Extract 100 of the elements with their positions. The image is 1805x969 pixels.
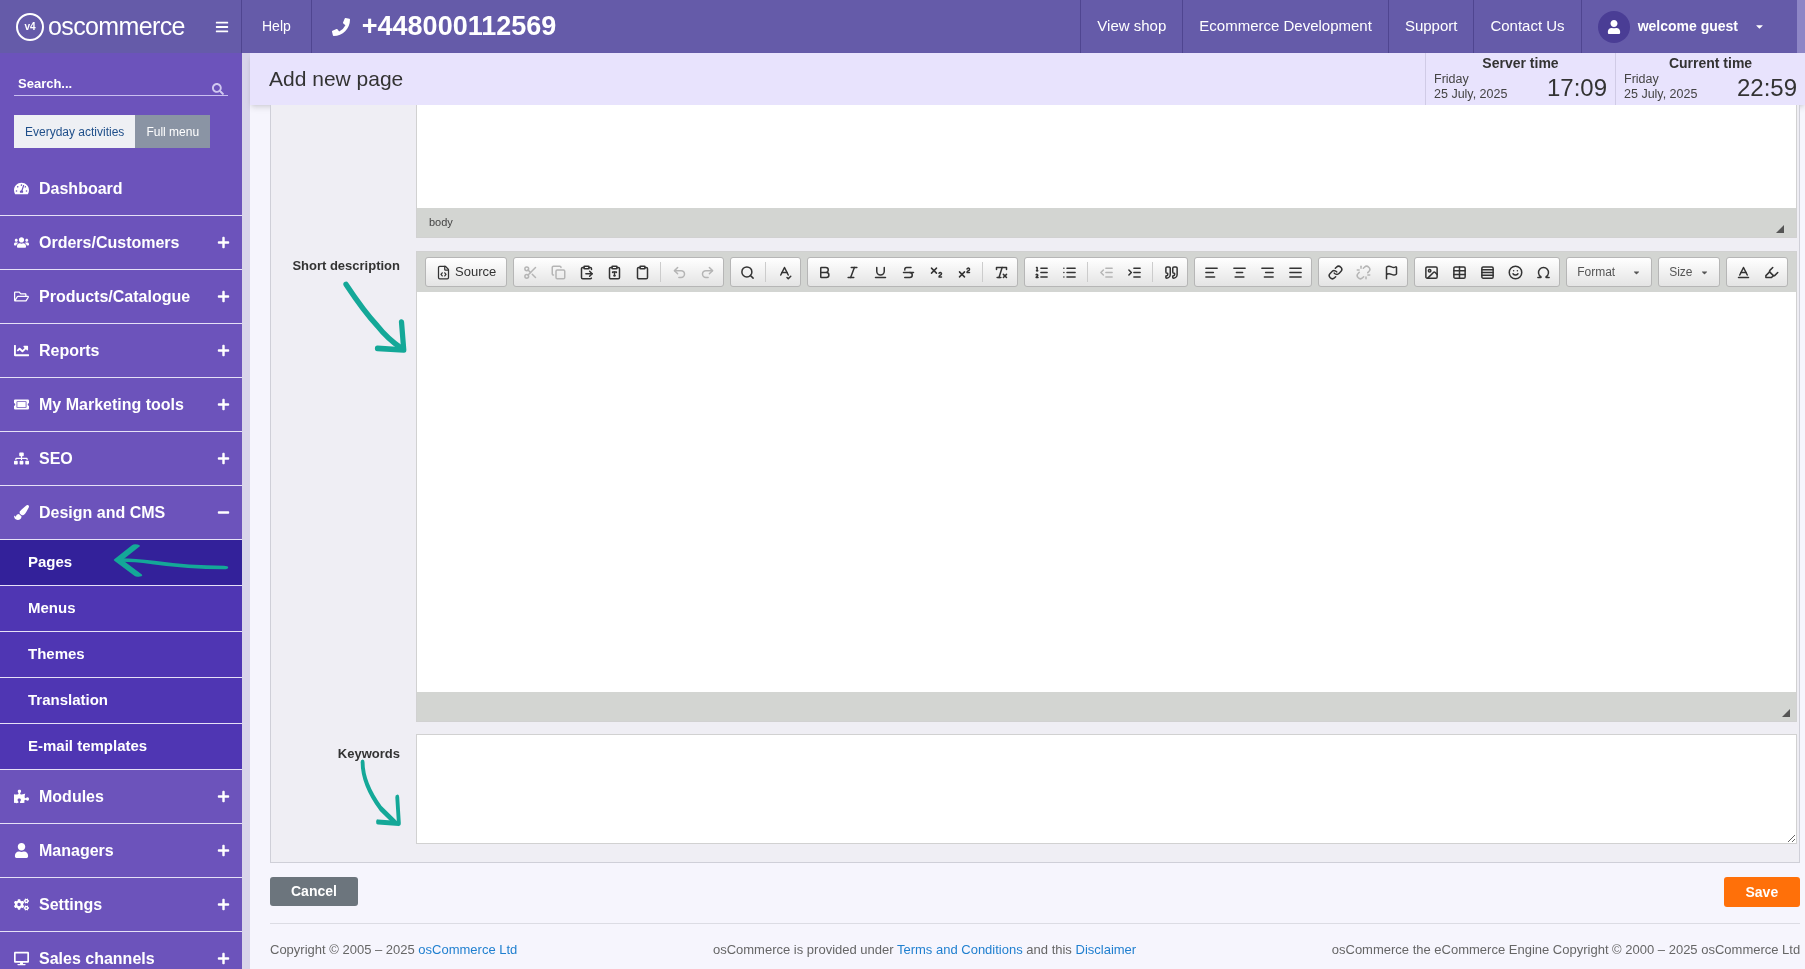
paste-text-icon: [606, 264, 622, 280]
phone-icon: [331, 17, 350, 36]
scissors-icon: [522, 264, 538, 280]
submenu-item[interactable]: Themes: [0, 632, 242, 678]
submenu-item[interactable]: Menus: [0, 586, 242, 632]
align-left-icon: [1203, 264, 1219, 280]
submenu-item[interactable]: Translation: [0, 678, 242, 724]
sidebar-label: My Marketing tools: [39, 394, 184, 415]
bullet-list-icon: [1061, 264, 1077, 280]
sidebar-label: Modules: [39, 786, 104, 807]
mode-tab[interactable]: Full menu: [135, 115, 211, 148]
clock-label: Current time: [1667, 54, 1754, 72]
paste-word-icon: [634, 264, 650, 280]
expand-icon[interactable]: [217, 452, 230, 465]
clock-day: Friday: [1624, 72, 1698, 87]
clock-date: 25 July, 2025: [1434, 87, 1508, 102]
disclaimer-link[interactable]: Disclaimer: [1075, 942, 1137, 957]
license-text: osCommerce is provided under Terms and Conditions and this Disclaimer: [712, 941, 1137, 959]
scrollbar-track: [1797, 0, 1805, 53]
source-button[interactable]: Source: [428, 258, 505, 286]
indent-icon: [1126, 264, 1142, 280]
align-center-icon: [1231, 264, 1247, 280]
sidebar-label: Managers: [39, 840, 114, 861]
expand-icon[interactable]: [217, 398, 230, 411]
engine-copyright-text: osCommerce the eCommerce Engine Copyright © 2000 – 2025 osCommerce Ltd: [1331, 941, 1801, 959]
clock-day: Friday: [1434, 72, 1508, 87]
user-name[interactable]: welcome guest: [1637, 16, 1738, 37]
resize-grip-icon[interactable]: [1776, 225, 1785, 233]
background-color-icon: [1763, 264, 1779, 280]
clock-time: 17:09: [1546, 74, 1607, 102]
phone-number: +448000112569: [361, 10, 557, 44]
redo-icon: [699, 264, 715, 280]
link-icon: [1327, 264, 1343, 280]
sidebar-label: Reports: [39, 340, 100, 361]
terms-link[interactable]: Terms and Conditions: [896, 942, 1023, 957]
avatar-icon: [1597, 10, 1630, 43]
outdent-icon: [1098, 264, 1114, 280]
source-code-icon: [436, 264, 451, 280]
toolbar-dropdown[interactable]: Size: [1661, 258, 1718, 286]
cancel-button[interactable]: Cancel: [270, 877, 358, 906]
user-icon: [14, 843, 29, 858]
puzzle-icon: [14, 789, 29, 804]
company-link[interactable]: osCommerce Ltd: [418, 942, 518, 957]
expand-icon[interactable]: [217, 844, 230, 857]
clock-time: 22:59: [1736, 74, 1797, 102]
sidebar-label: Dashboard: [39, 178, 123, 199]
superscript-icon: [956, 264, 972, 280]
copyright-text: Copyright © 2005 – 2025 osCommerce Ltd: [270, 941, 518, 959]
align-right-icon: [1259, 264, 1275, 280]
ticket-icon: [14, 397, 29, 412]
smiley-icon: [1507, 264, 1523, 280]
undo-icon: [671, 264, 687, 280]
monitor-icon: [14, 951, 29, 966]
text-color-icon: [1735, 264, 1751, 280]
numbered-list-icon: [1033, 264, 1049, 280]
expand-icon[interactable]: [217, 344, 230, 357]
sidebar-label: SEO: [39, 448, 73, 469]
clock-date: 25 July, 2025: [1624, 87, 1698, 102]
quote-icon: [1163, 264, 1179, 280]
clock-label: Server time: [1481, 54, 1560, 72]
unlink-icon: [1355, 264, 1371, 280]
clear-format-icon: [993, 264, 1009, 280]
table-icon: [1451, 264, 1467, 280]
image-icon: [1423, 264, 1439, 280]
annotation-arrow: [360, 759, 402, 826]
field-label: Short description: [292, 257, 400, 275]
paintbrush-icon: [14, 505, 29, 520]
logo-badge: v4: [16, 12, 44, 41]
strikethrough-icon: [900, 264, 916, 280]
sidebar-label: Orders/Customers: [39, 232, 180, 253]
search-icon[interactable]: [212, 83, 224, 95]
element-path: body: [429, 215, 453, 231]
search-icon: [739, 264, 755, 280]
line-chart-icon: [14, 343, 29, 358]
annotation-arrow: [343, 281, 407, 353]
expand-icon[interactable]: [217, 952, 230, 965]
gears-icon: [14, 897, 29, 912]
dashboard-gauge-icon: [14, 181, 29, 196]
sidebar-label: Design and CMS: [39, 502, 166, 523]
submenu-item[interactable]: E-mail templates: [0, 724, 242, 770]
menu-icon[interactable]: [215, 19, 229, 34]
sidebar-label: Sales channels: [39, 948, 155, 969]
expand-icon[interactable]: [217, 290, 230, 303]
mode-tab[interactable]: Everyday activities: [14, 115, 136, 148]
expand-icon[interactable]: [217, 236, 230, 249]
resize-grip-icon[interactable]: [1782, 709, 1791, 717]
expand-icon[interactable]: [217, 790, 230, 803]
sidebar-label: Products/Catalogue: [39, 286, 191, 307]
expand-icon[interactable]: [217, 898, 230, 911]
keywords-field[interactable]: [416, 734, 1798, 844]
toolbar-dropdown[interactable]: Format: [1569, 258, 1650, 286]
omega-icon: [1535, 264, 1551, 280]
align-justify-icon: [1287, 264, 1303, 280]
sidebar-label: Settings: [39, 894, 103, 915]
flag-icon: [1383, 264, 1399, 280]
field-label: Keywords: [337, 745, 400, 763]
subscript-icon: [928, 264, 944, 280]
submenu-item[interactable]: Pages: [0, 540, 242, 586]
sitemap-icon: [14, 451, 29, 466]
underline-icon: [872, 264, 888, 280]
